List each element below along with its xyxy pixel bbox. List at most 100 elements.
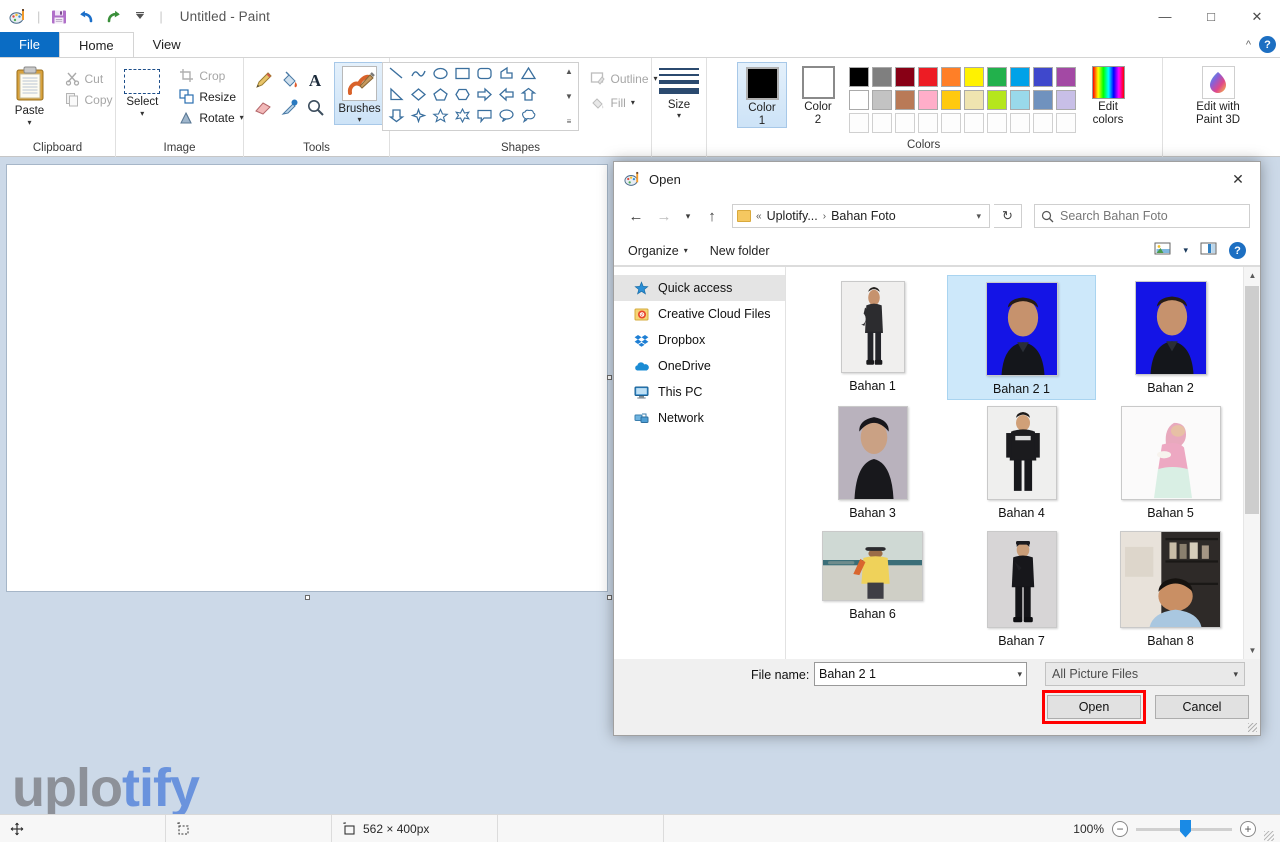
shape-oval[interactable] <box>432 66 449 86</box>
canvas-handle-corner[interactable] <box>607 595 612 600</box>
shape-cloud-callout[interactable] <box>520 108 537 128</box>
nav-item-this-pc[interactable]: This PC <box>614 379 785 405</box>
organize-caret-icon[interactable]: ▾ <box>684 246 688 255</box>
palette-swatch-0-8[interactable] <box>1033 67 1053 87</box>
undo-icon[interactable] <box>76 7 96 27</box>
size-caret-icon[interactable]: ▾ <box>677 111 681 120</box>
shape-right-arrow[interactable] <box>476 87 493 107</box>
chevron-up-icon[interactable]: ^ <box>1246 39 1251 51</box>
file-list-pane[interactable]: Bahan 1 Bahan 2 1 Bahan 2 Bahan 3 Bahan 4 Bah… <box>786 267 1260 659</box>
nav-item-network[interactable]: Network <box>614 405 785 431</box>
shapes-scroll-down-icon[interactable]: ▼ <box>565 92 573 101</box>
fill-button[interactable]: Fill ▾ <box>587 92 660 113</box>
shape-rounded-rectangle[interactable] <box>476 66 493 86</box>
palette-custom-slot-7[interactable] <box>1010 113 1030 133</box>
nav-item-quick-access[interactable]: Quick access <box>614 275 785 301</box>
filetype-dropdown-icon[interactable]: ▾ <box>1233 669 1238 680</box>
organize-button[interactable]: Organize ▾ <box>628 244 688 258</box>
dialog-resize-grip[interactable] <box>1248 723 1257 732</box>
back-button[interactable]: ← <box>624 204 648 228</box>
palette-swatch-0-5[interactable] <box>964 67 984 87</box>
forward-button[interactable]: → <box>652 204 676 228</box>
palette-custom-slot-2[interactable] <box>895 113 915 133</box>
file-tile[interactable]: Bahan 7 <box>947 525 1096 650</box>
palette-swatch-1-0[interactable] <box>849 90 869 110</box>
zoom-out-button[interactable]: − <box>1112 821 1128 837</box>
palette-swatch-1-2[interactable] <box>895 90 915 110</box>
filename-dropdown-icon[interactable]: ▾ <box>1017 669 1022 680</box>
palette-custom-slot-0[interactable] <box>849 113 869 133</box>
recent-locations-button[interactable]: ▾ <box>680 204 696 228</box>
palette-swatch-1-9[interactable] <box>1056 90 1076 110</box>
tab-view[interactable]: View <box>134 32 200 57</box>
edit-with-paint3d-button[interactable]: Edit with Paint 3D <box>1188 62 1248 126</box>
color2-button[interactable]: Color 2 <box>793 62 843 126</box>
nav-item-dropbox[interactable]: Dropbox <box>614 327 785 353</box>
shape-up-arrow[interactable] <box>520 87 537 107</box>
palette-custom-slot-1[interactable] <box>872 113 892 133</box>
shape-pentagon[interactable] <box>432 87 449 107</box>
breadcrumb-current[interactable]: Bahan Foto <box>831 209 896 223</box>
resize-grip-icon[interactable] <box>1264 831 1274 841</box>
shape-rectangle[interactable] <box>454 66 471 86</box>
palette-swatch-0-4[interactable] <box>941 67 961 87</box>
redo-icon[interactable] <box>103 7 123 27</box>
crop-button[interactable]: Crop <box>176 65 246 86</box>
eraser-icon[interactable] <box>251 96 275 120</box>
shape-triangle[interactable] <box>520 66 537 86</box>
file-tile[interactable]: Bahan 4 <box>947 400 1096 525</box>
scrollbar-thumb[interactable] <box>1245 286 1259 514</box>
edit-colors-button[interactable]: Edit colors <box>1084 62 1132 126</box>
maximize-button[interactable]: □ <box>1188 0 1234 33</box>
nav-item-creative-cloud-files[interactable]: Creative Cloud Files <box>614 301 785 327</box>
shape-right-triangle[interactable] <box>388 86 405 107</box>
file-tile[interactable]: Bahan 1 <box>798 275 947 400</box>
shape-six-point-star[interactable] <box>454 107 471 128</box>
shape-down-arrow[interactable] <box>388 108 405 128</box>
fill-caret-icon[interactable]: ▾ <box>631 98 635 107</box>
brushes-caret-icon[interactable]: ▾ <box>357 115 361 124</box>
tab-home[interactable]: Home <box>58 32 134 57</box>
magnifier-icon[interactable] <box>303 96 327 120</box>
paint-icon[interactable] <box>8 7 28 27</box>
minimize-button[interactable]: — <box>1142 0 1188 33</box>
zoom-slider-thumb[interactable] <box>1180 819 1191 838</box>
breadcrumb-root[interactable]: Uplotify... <box>767 209 818 223</box>
shape-curve[interactable] <box>410 66 427 86</box>
paste-caret-icon[interactable]: ▾ <box>27 118 31 127</box>
nav-item-onedrive[interactable]: OneDrive <box>614 353 785 379</box>
scroll-up-icon[interactable]: ▲ <box>1244 267 1260 284</box>
open-button[interactable]: Open <box>1047 695 1141 719</box>
palette-swatch-1-3[interactable] <box>918 90 938 110</box>
select-button[interactable]: Select ▾ <box>116 62 168 118</box>
canvas-handle-bottom[interactable] <box>305 595 310 600</box>
text-icon[interactable]: A <box>303 69 327 93</box>
rotate-button[interactable]: Rotate ▾ <box>176 107 246 128</box>
file-tile[interactable]: Bahan 2 <box>1096 275 1245 400</box>
search-box[interactable]: Search Bahan Foto <box>1034 204 1250 228</box>
color1-button[interactable]: Color 1 <box>737 62 787 128</box>
palette-swatch-1-7[interactable] <box>1010 90 1030 110</box>
palette-swatch-0-1[interactable] <box>872 67 892 87</box>
resize-button[interactable]: Resize <box>176 86 246 107</box>
file-tile[interactable]: Bahan 8 <box>1096 525 1245 650</box>
palette-custom-slot-8[interactable] <box>1033 113 1053 133</box>
palette-swatch-0-2[interactable] <box>895 67 915 87</box>
refresh-button[interactable]: ↻ <box>994 204 1022 228</box>
zoom-in-button[interactable]: + <box>1240 821 1256 837</box>
shape-oval-callout[interactable] <box>498 108 515 128</box>
shape-left-arrow[interactable] <box>498 87 515 107</box>
cancel-button[interactable]: Cancel <box>1155 695 1249 719</box>
shape-line[interactable] <box>388 66 405 86</box>
paste-button[interactable]: Paste ▾ <box>4 62 56 127</box>
shape-five-point-star[interactable] <box>432 107 449 128</box>
customize-qat-icon[interactable] <box>130 7 150 27</box>
view-caret-icon[interactable]: ▾ <box>1183 245 1188 256</box>
select-caret-icon[interactable]: ▾ <box>140 109 144 118</box>
shapes-scroll-up-icon[interactable]: ▲ <box>565 67 573 76</box>
size-button[interactable]: Size ▾ <box>658 62 700 120</box>
file-tile[interactable]: Bahan 5 <box>1096 400 1245 525</box>
palette-custom-slot-3[interactable] <box>918 113 938 133</box>
new-folder-button[interactable]: New folder <box>710 244 770 258</box>
up-button[interactable]: ↑ <box>700 204 724 228</box>
